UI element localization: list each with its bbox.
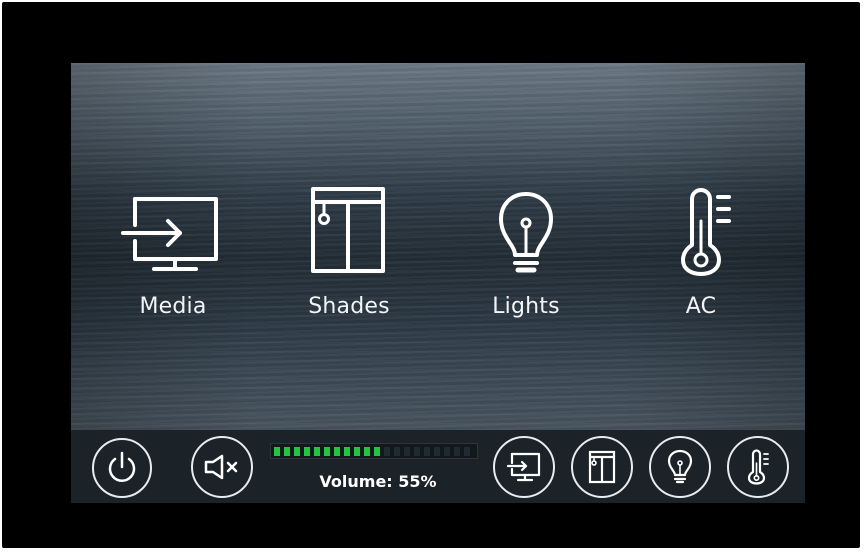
volume-segment-filled — [334, 447, 340, 456]
thermometer-icon — [626, 187, 776, 277]
volume-segment-filled — [354, 447, 360, 456]
volume-segment-filled — [344, 447, 350, 456]
media-tile[interactable]: Media — [98, 187, 248, 327]
volume-segment-empty — [384, 447, 390, 456]
thermometer-icon — [747, 449, 769, 485]
display-input-icon — [98, 187, 248, 277]
ac-shortcut-button[interactable] — [727, 436, 789, 498]
volume-segment-empty — [404, 447, 410, 456]
media-label: Media — [139, 294, 207, 319]
volume-segment-empty — [424, 447, 430, 456]
volume-meter[interactable] — [270, 443, 478, 459]
lights-tile[interactable]: Lights — [451, 187, 601, 327]
control-bar: Volume: 55% — [71, 430, 805, 503]
ac-tile[interactable]: AC — [626, 187, 776, 327]
mute-button[interactable] — [191, 436, 253, 498]
display-input-icon — [506, 452, 541, 482]
shades-label: Shades — [308, 294, 390, 319]
touch-screen: Media Shades Lights AC Volume: 55% — [71, 63, 805, 503]
shades-shortcut-button[interactable] — [571, 436, 633, 498]
power-icon — [108, 451, 136, 482]
volume-segment-empty — [454, 447, 460, 456]
media-shortcut-button[interactable] — [493, 436, 555, 498]
ac-label: AC — [685, 294, 717, 319]
window-shade-icon — [588, 450, 616, 484]
volume-segment-filled — [284, 447, 290, 456]
speaker-muted-icon — [204, 454, 238, 480]
volume-segment-filled — [304, 447, 310, 456]
volume-segment-filled — [364, 447, 370, 456]
lights-shortcut-button[interactable] — [649, 436, 711, 498]
volume-segment-empty — [414, 447, 420, 456]
volume-segment-filled — [324, 447, 330, 456]
volume-segment-filled — [314, 447, 320, 456]
volume-segment-empty — [464, 447, 470, 456]
power-button[interactable] — [92, 438, 152, 498]
volume-segment-filled — [274, 447, 280, 456]
volume-segment-filled — [374, 447, 380, 456]
volume-segment-empty — [394, 447, 400, 456]
volume-control[interactable]: Volume: 55% — [270, 443, 478, 493]
volume-segment-empty — [434, 447, 440, 456]
volume-label: Volume: 55% — [319, 472, 437, 491]
lightbulb-icon — [451, 187, 601, 277]
lightbulb-icon — [667, 449, 693, 484]
window-shade-icon — [274, 187, 424, 277]
volume-segment-empty — [444, 447, 450, 456]
shades-tile[interactable]: Shades — [274, 187, 424, 327]
volume-segment-filled — [294, 447, 300, 456]
lights-label: Lights — [492, 294, 560, 319]
